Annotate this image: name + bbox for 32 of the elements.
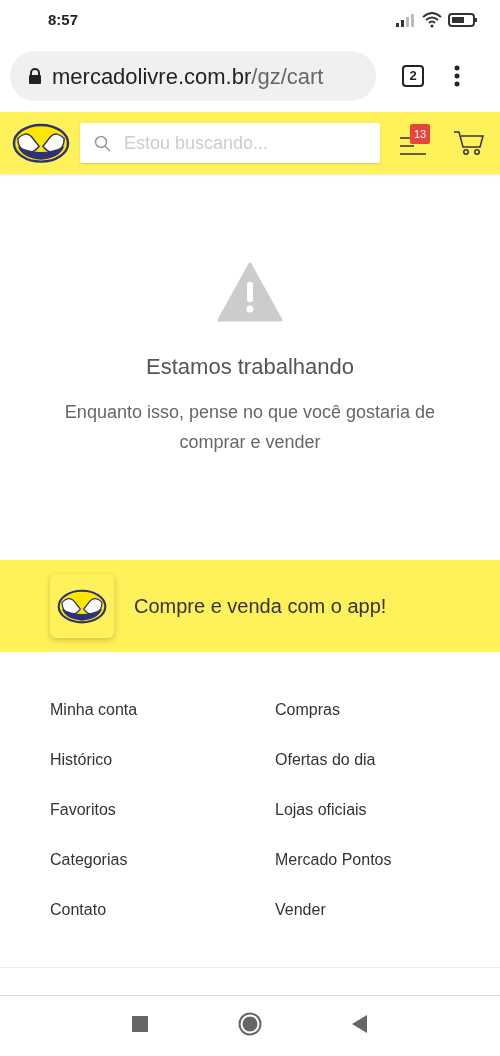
cart-icon[interactable] [454, 130, 484, 156]
app-banner[interactable]: Compre e venda com o app! [0, 560, 500, 652]
footer-link[interactable]: Histórico [50, 751, 113, 768]
notification-badge: 13 [410, 124, 431, 144]
search-icon [94, 135, 111, 152]
lock-icon [28, 68, 42, 84]
address-bar[interactable]: mercadolivre.com.br/gz/cart [10, 51, 376, 101]
footer-link[interactable]: Compras [275, 701, 340, 718]
footer-link[interactable]: Categorias [50, 851, 128, 868]
footer-link[interactable]: Minha conta [50, 701, 138, 718]
logo [57, 588, 107, 624]
back-icon[interactable] [352, 1015, 368, 1033]
footer-link[interactable]: Mercado Pontos [275, 851, 392, 868]
footer-link[interactable]: Contato [50, 901, 107, 918]
menu-icon[interactable] [400, 136, 426, 156]
footer-link[interactable]: Vender [275, 901, 326, 918]
status-time: 8:57 [48, 9, 79, 30]
more-options-icon[interactable] [454, 65, 460, 87]
signal-icon [396, 13, 416, 27]
wifi-icon [422, 12, 442, 28]
message-body: Enquanto isso, pense no que você gostaria de comprar e vender [63, 401, 437, 454]
message-title: Estamos trabalhando [146, 353, 354, 381]
warning-icon [217, 262, 283, 322]
logo [12, 122, 70, 164]
home-icon[interactable] [238, 1012, 262, 1036]
banner-text: Compre e venda com o app! [134, 594, 387, 619]
footer-link[interactable]: Ofertas do dia [275, 751, 376, 768]
url-text: mercadolivre.com.br/gz/cart [52, 62, 324, 91]
footer-link[interactable]: Favoritos [50, 801, 116, 818]
tabs-button[interactable]: 2 [402, 65, 424, 87]
battery-icon [448, 13, 478, 27]
footer-link[interactable]: Lojas oficiais [275, 801, 367, 818]
